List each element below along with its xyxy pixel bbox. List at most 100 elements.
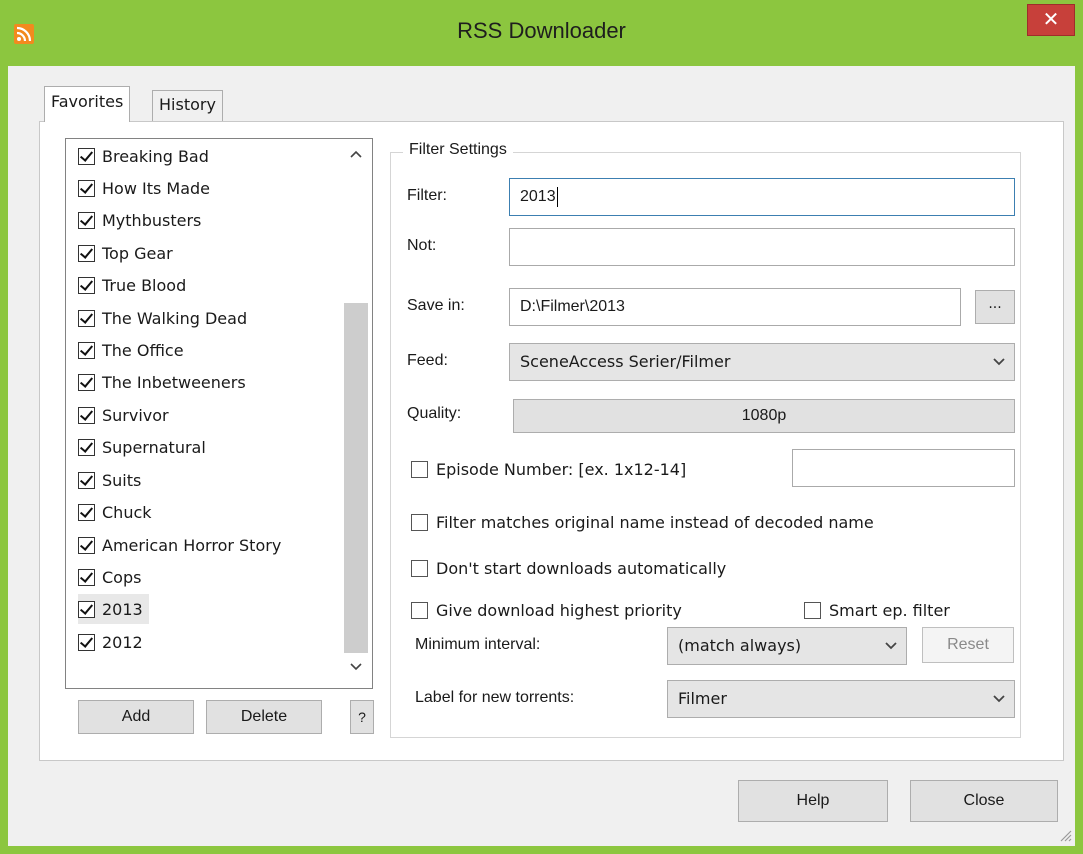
- high-priority-checkbox[interactable]: [411, 601, 428, 619]
- item-label: Top Gear: [102, 243, 173, 263]
- no-autostart-option[interactable]: Don't start downloads automatically: [411, 556, 726, 580]
- tab-favorites[interactable]: Favorites: [44, 86, 131, 122]
- item-checkbox[interactable]: [78, 471, 95, 489]
- filter-input[interactable]: 2013: [509, 178, 1015, 216]
- no-autostart-label: Don't start downloads automatically: [436, 558, 727, 578]
- list-item[interactable]: Mythbusters: [78, 205, 207, 235]
- no-autostart-checkbox[interactable]: [411, 559, 428, 577]
- help-button[interactable]: Help: [738, 780, 888, 822]
- add-button[interactable]: Add: [78, 700, 194, 734]
- smart-ep-filter-option[interactable]: Smart ep. filter: [804, 598, 950, 622]
- item-checkbox[interactable]: [78, 438, 95, 456]
- item-checkbox[interactable]: [78, 244, 95, 262]
- original-name-checkbox[interactable]: [411, 513, 428, 531]
- episode-number-label: Episode Number: [ex. 1x12-14]: [436, 459, 687, 479]
- list-item[interactable]: Breaking Bad: [78, 141, 215, 171]
- item-label: The Inbetweeners: [102, 372, 246, 392]
- torrent-label-select[interactable]: Filmer: [667, 680, 1015, 718]
- list-help-button[interactable]: ?: [350, 700, 374, 734]
- high-priority-option[interactable]: Give download highest priority: [411, 598, 682, 622]
- quality-label: Quality:: [407, 405, 462, 422]
- close-icon: ✕: [1042, 7, 1060, 31]
- item-label: American Horror Story: [102, 535, 282, 555]
- minimum-interval-select[interactable]: (match always): [667, 627, 907, 665]
- list-item[interactable]: The Walking Dead: [78, 303, 253, 333]
- favorites-tab-panel: Breaking Bad How Its Made Mythbusters To…: [39, 121, 1064, 761]
- item-checkbox[interactable]: [78, 633, 95, 651]
- item-label: Supernatural: [102, 437, 206, 457]
- list-item[interactable]: True Blood: [78, 270, 192, 300]
- favorites-list[interactable]: Breaking Bad How Its Made Mythbusters To…: [65, 138, 373, 689]
- item-label: 2013: [102, 599, 143, 619]
- high-priority-label: Give download highest priority: [436, 600, 682, 620]
- text-caret: [556, 186, 558, 207]
- feed-select[interactable]: SceneAccess Serier/Filmer: [509, 343, 1015, 381]
- episode-number-option[interactable]: Episode Number: [ex. 1x12-14]: [411, 457, 686, 481]
- item-checkbox[interactable]: [78, 179, 95, 197]
- item-label: 2012: [102, 632, 143, 652]
- rss-downloader-window: RSS Downloader ✕ Favorites History Break…: [0, 0, 1083, 854]
- resize-grip-icon[interactable]: [1056, 826, 1072, 842]
- tab-history[interactable]: History: [152, 90, 223, 122]
- scroll-down-icon[interactable]: [340, 656, 372, 682]
- window-close-button[interactable]: ✕: [1027, 4, 1075, 36]
- item-label: The Office: [102, 340, 184, 360]
- item-label: Suits: [102, 470, 142, 490]
- list-item[interactable]: How Its Made: [78, 173, 216, 203]
- feed-label: Feed:: [407, 352, 448, 369]
- item-label: Chuck: [102, 502, 152, 522]
- smart-ep-filter-label: Smart ep. filter: [829, 600, 950, 620]
- list-item[interactable]: 2012: [78, 627, 149, 657]
- list-item[interactable]: The Office: [78, 335, 190, 365]
- chevron-down-icon: [992, 344, 1006, 380]
- list-item[interactable]: The Inbetweeners: [78, 367, 252, 397]
- list-item[interactable]: Suits: [78, 465, 147, 495]
- quality-button[interactable]: 1080p: [513, 399, 1015, 433]
- filter-settings-legend: Filter Settings: [403, 141, 513, 159]
- item-label: Cops: [102, 567, 142, 587]
- minimum-interval-value: (match always): [678, 636, 802, 655]
- item-label: Breaking Bad: [102, 146, 209, 166]
- item-checkbox[interactable]: [78, 211, 95, 229]
- scroll-thumb[interactable]: [344, 303, 368, 653]
- item-checkbox[interactable]: [78, 600, 95, 618]
- episode-number-checkbox[interactable]: [411, 460, 428, 478]
- smart-ep-filter-checkbox[interactable]: [804, 601, 821, 619]
- list-item[interactable]: Cops: [78, 562, 147, 592]
- chevron-down-icon: [884, 628, 898, 664]
- item-checkbox[interactable]: [78, 147, 95, 165]
- item-checkbox[interactable]: [78, 309, 95, 327]
- close-button[interactable]: Close: [910, 780, 1058, 822]
- not-input[interactable]: [509, 228, 1015, 266]
- list-item[interactable]: Chuck: [78, 497, 158, 527]
- list-item[interactable]: Top Gear: [78, 238, 179, 268]
- list-item[interactable]: American Horror Story: [78, 530, 287, 560]
- list-item[interactable]: 2013: [78, 594, 149, 624]
- item-checkbox[interactable]: [78, 276, 95, 294]
- item-checkbox[interactable]: [78, 503, 95, 521]
- torrent-label-value: Filmer: [678, 689, 727, 708]
- list-item[interactable]: Supernatural: [78, 432, 212, 462]
- item-checkbox[interactable]: [78, 406, 95, 424]
- chevron-down-icon: [992, 681, 1006, 717]
- save-in-label: Save in:: [407, 297, 465, 314]
- episode-number-input[interactable]: [792, 449, 1015, 487]
- reset-button[interactable]: Reset: [922, 627, 1014, 663]
- list-scrollbar[interactable]: [340, 139, 372, 688]
- browse-button[interactable]: ...: [975, 290, 1015, 324]
- original-name-option[interactable]: Filter matches original name instead of …: [411, 510, 874, 534]
- original-name-label: Filter matches original name instead of …: [436, 512, 874, 532]
- item-label: Mythbusters: [102, 210, 202, 230]
- list-item[interactable]: Survivor: [78, 400, 175, 430]
- item-checkbox[interactable]: [78, 341, 95, 359]
- item-checkbox[interactable]: [78, 536, 95, 554]
- window-title: RSS Downloader: [457, 18, 626, 43]
- filter-input-value: 2013: [520, 188, 556, 205]
- item-label: Survivor: [102, 405, 169, 425]
- save-in-input[interactable]: D:\Filmer\2013: [509, 288, 961, 326]
- item-checkbox[interactable]: [78, 373, 95, 391]
- delete-button[interactable]: Delete: [206, 700, 322, 734]
- torrent-label-label: Label for new torrents:: [415, 689, 575, 706]
- scroll-up-icon[interactable]: [340, 143, 372, 169]
- item-checkbox[interactable]: [78, 568, 95, 586]
